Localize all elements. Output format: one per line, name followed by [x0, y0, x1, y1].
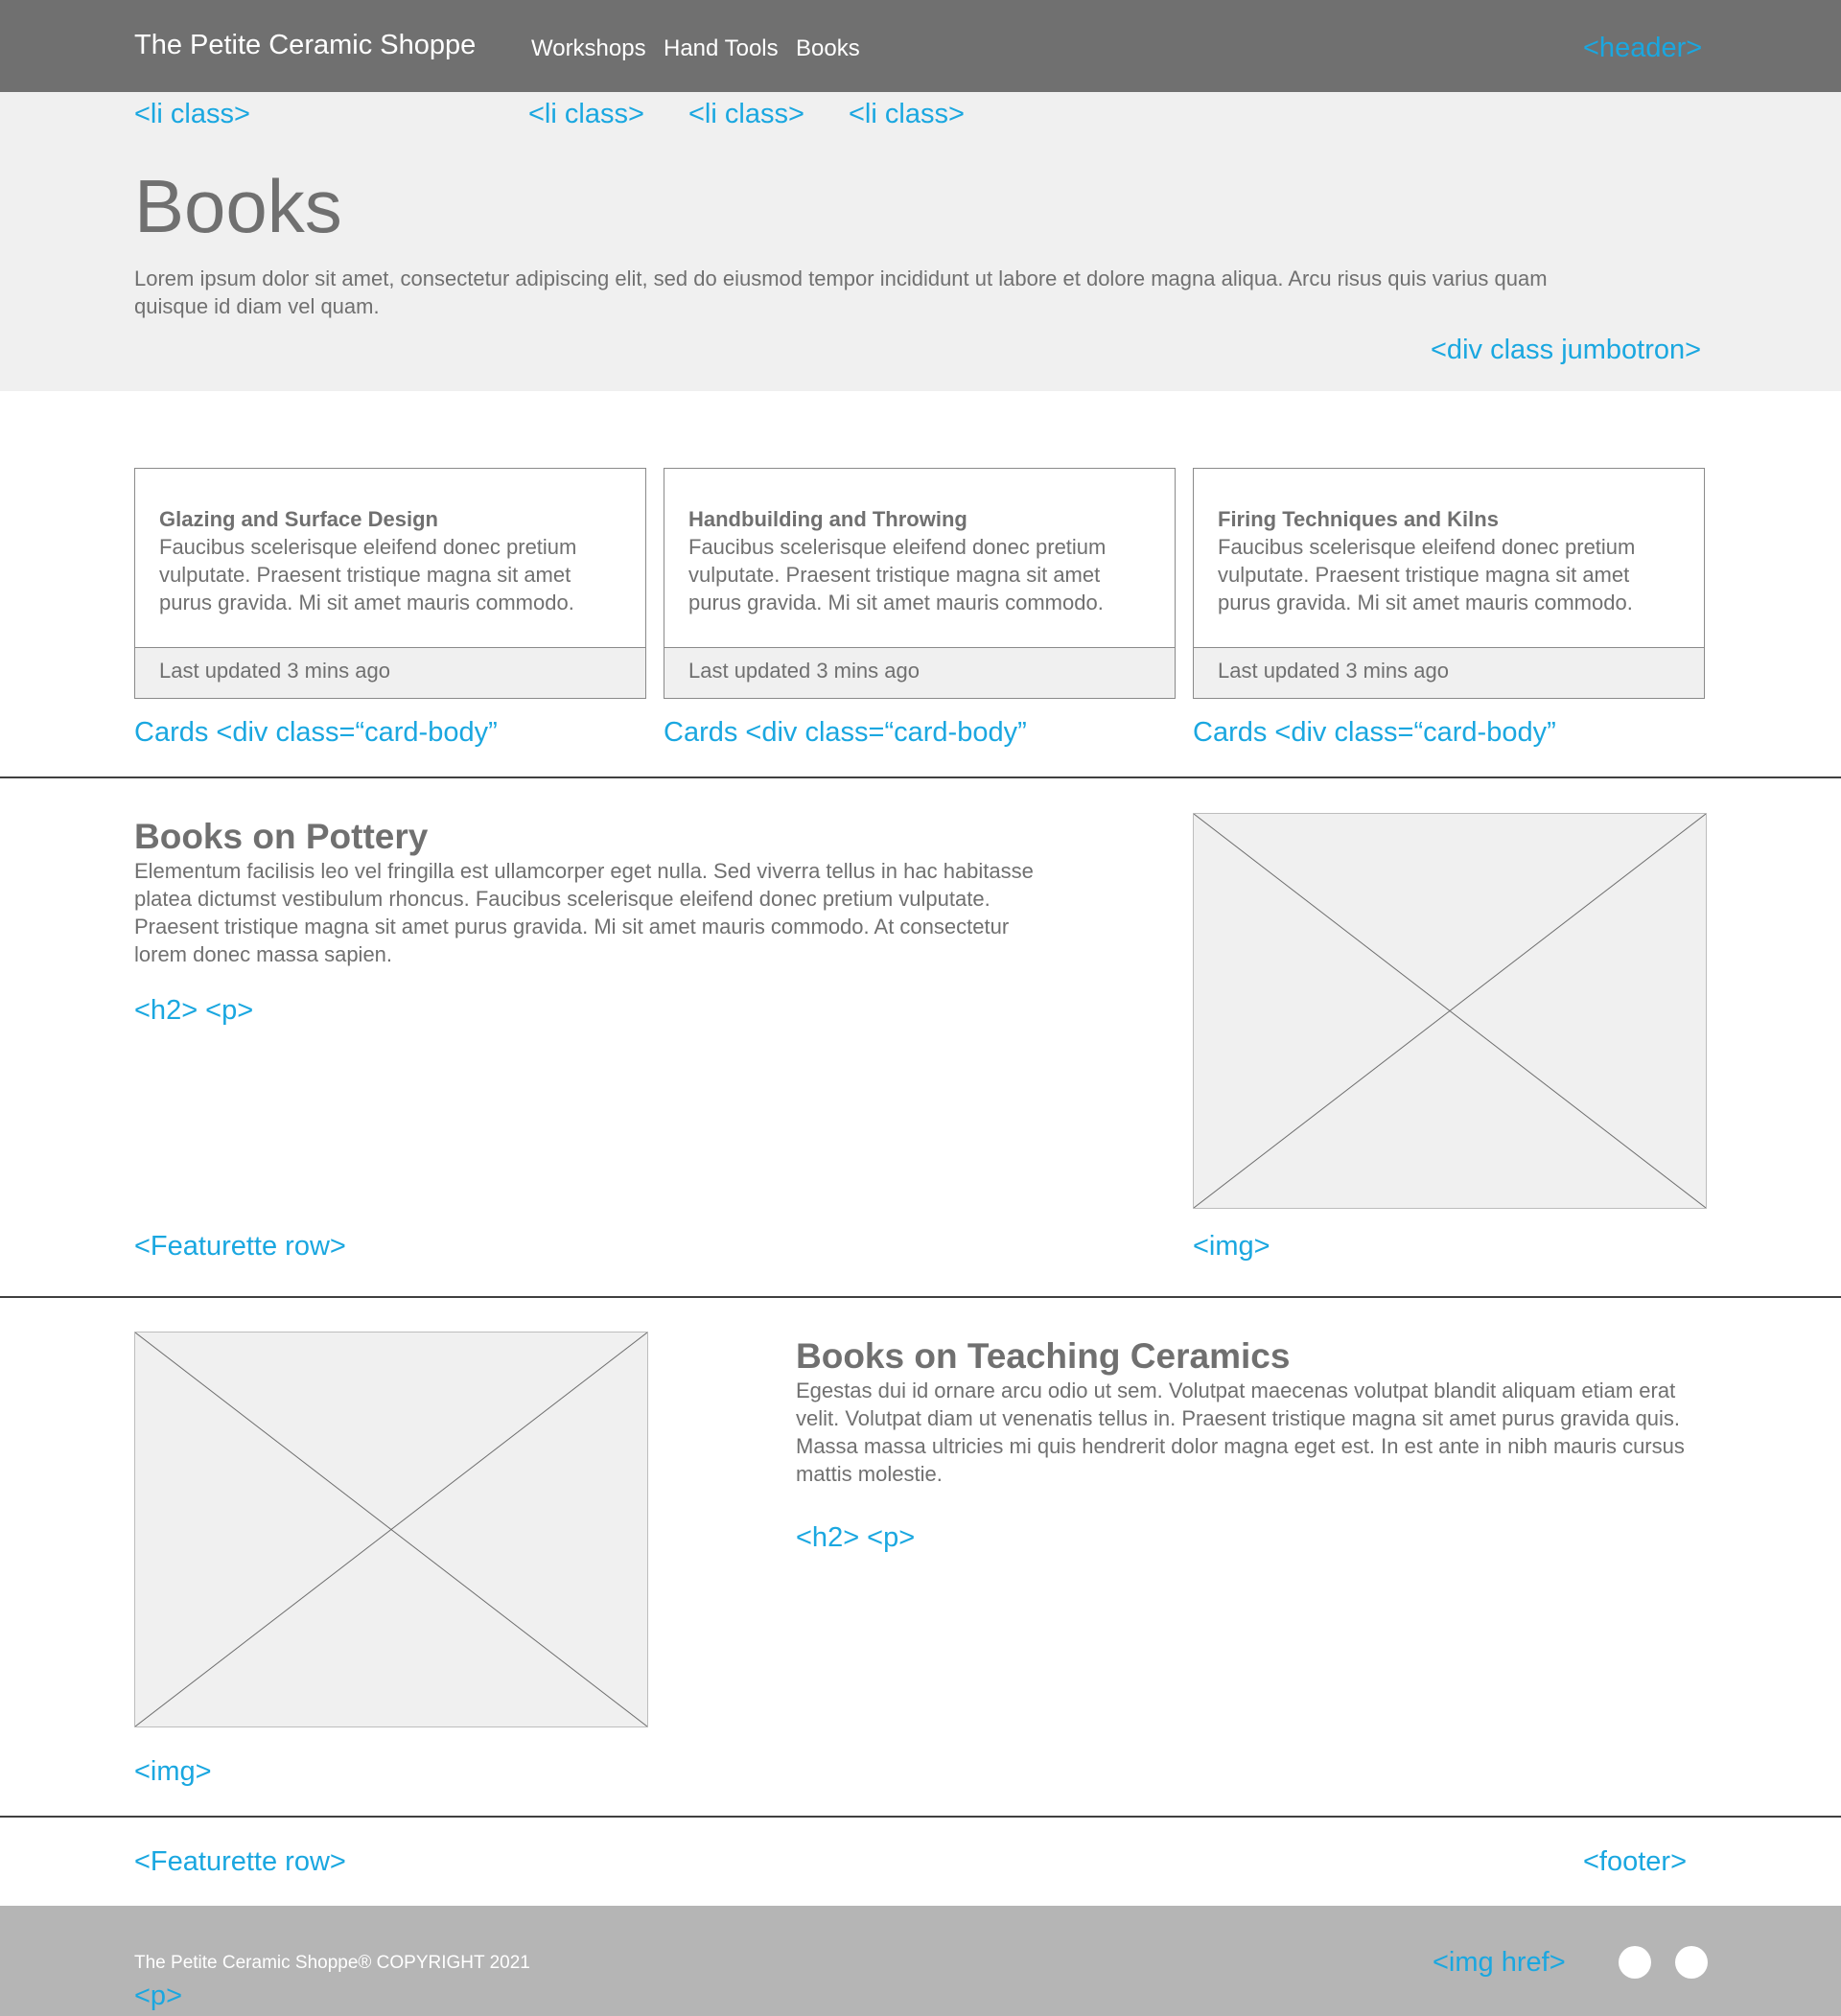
annotation-li-hand-tools: <li class> — [688, 99, 804, 129]
annotation-h2p-2: <h2> <p> — [796, 1522, 916, 1553]
annotation-cards-3: Cards <div class=“card-body” — [1193, 717, 1556, 748]
annotation-jumbotron: <div class jumbotron> — [1431, 335, 1702, 365]
card-footer: Last updated 3 mins ago — [135, 647, 645, 698]
annotation-img-href: <img href> — [1433, 1947, 1566, 1978]
annotation-featurette-row-2: <Featurette row> — [134, 1846, 346, 1877]
card-handbuilding[interactable]: Handbuilding and Throwing Faucibus scele… — [664, 468, 1176, 699]
copyright-text: The Petite Ceramic Shoppe® COPYRIGHT 202… — [134, 1953, 530, 1973]
image-placeholder-teaching — [134, 1332, 648, 1727]
featurette-text-pottery: Elementum facilisis leo vel fringilla es… — [134, 859, 1034, 966]
annotation-p: <p> — [134, 1981, 182, 2011]
annotation-li-brand: <li class> — [134, 99, 250, 129]
card-text: Faucibus scelerisque eleifend donec pret… — [688, 535, 1107, 614]
annotation-li-workshops: <li class> — [528, 99, 644, 129]
nav-link-hand-tools[interactable]: Hand Tools — [664, 37, 779, 60]
featurette-text-teaching: Egestas dui id ornare arcu odio ut sem. … — [796, 1379, 1685, 1486]
card-footer: Last updated 3 mins ago — [1194, 647, 1704, 698]
card-body: Glazing and Surface Design Faucibus scel… — [159, 505, 626, 616]
section-divider — [0, 1296, 1841, 1298]
annotation-cards-2: Cards <div class=“card-body” — [664, 717, 1027, 748]
card-firing[interactable]: Firing Techniques and Kilns Faucibus sce… — [1193, 468, 1705, 699]
annotation-img-2: <img> — [134, 1756, 212, 1787]
annotation-li-books: <li class> — [849, 99, 965, 129]
nav-link-workshops[interactable]: Workshops — [531, 37, 646, 60]
image-placeholder-pottery — [1193, 813, 1707, 1209]
card-footer: Last updated 3 mins ago — [664, 647, 1175, 698]
brand-logo-text[interactable]: The Petite Ceramic Shoppe — [134, 32, 476, 59]
annotation-img-1: <img> — [1193, 1231, 1270, 1262]
card-footer-text: Last updated 3 mins ago — [159, 659, 390, 683]
card-title: Glazing and Surface Design — [159, 507, 438, 531]
card-title: Handbuilding and Throwing — [688, 507, 967, 531]
featurette-heading-teaching: Books on Teaching Ceramics — [796, 1336, 1291, 1376]
section-divider — [0, 1816, 1841, 1818]
card-footer-text: Last updated 3 mins ago — [1218, 659, 1449, 683]
card-title: Firing Techniques and Kilns — [1218, 507, 1499, 531]
jumbotron-lead-text: Lorem ipsum dolor sit amet, consectetur … — [134, 266, 1548, 318]
annotation-header: <header> — [1583, 33, 1703, 63]
annotation-footer: <footer> — [1583, 1846, 1688, 1877]
social-link-icon-2[interactable] — [1675, 1946, 1708, 1979]
card-body: Handbuilding and Throwing Faucibus scele… — [688, 505, 1155, 616]
annotation-featurette-row-1: <Featurette row> — [134, 1231, 346, 1262]
card-glazing[interactable]: Glazing and Surface Design Faucibus scel… — [134, 468, 646, 699]
featurette-heading-pottery: Books on Pottery — [134, 817, 429, 856]
nav-link-books[interactable]: Books — [796, 37, 860, 60]
section-divider — [0, 776, 1841, 778]
social-link-icon-1[interactable] — [1619, 1946, 1651, 1979]
card-footer-text: Last updated 3 mins ago — [688, 659, 920, 683]
card-text: Faucibus scelerisque eleifend donec pret… — [1218, 535, 1636, 614]
annotation-h2p-1: <h2> <p> — [134, 995, 254, 1026]
card-text: Faucibus scelerisque eleifend donec pret… — [159, 535, 577, 614]
annotation-cards-1: Cards <div class=“card-body” — [134, 717, 498, 748]
card-body: Firing Techniques and Kilns Faucibus sce… — [1218, 505, 1685, 616]
page-title: Books — [134, 164, 342, 248]
